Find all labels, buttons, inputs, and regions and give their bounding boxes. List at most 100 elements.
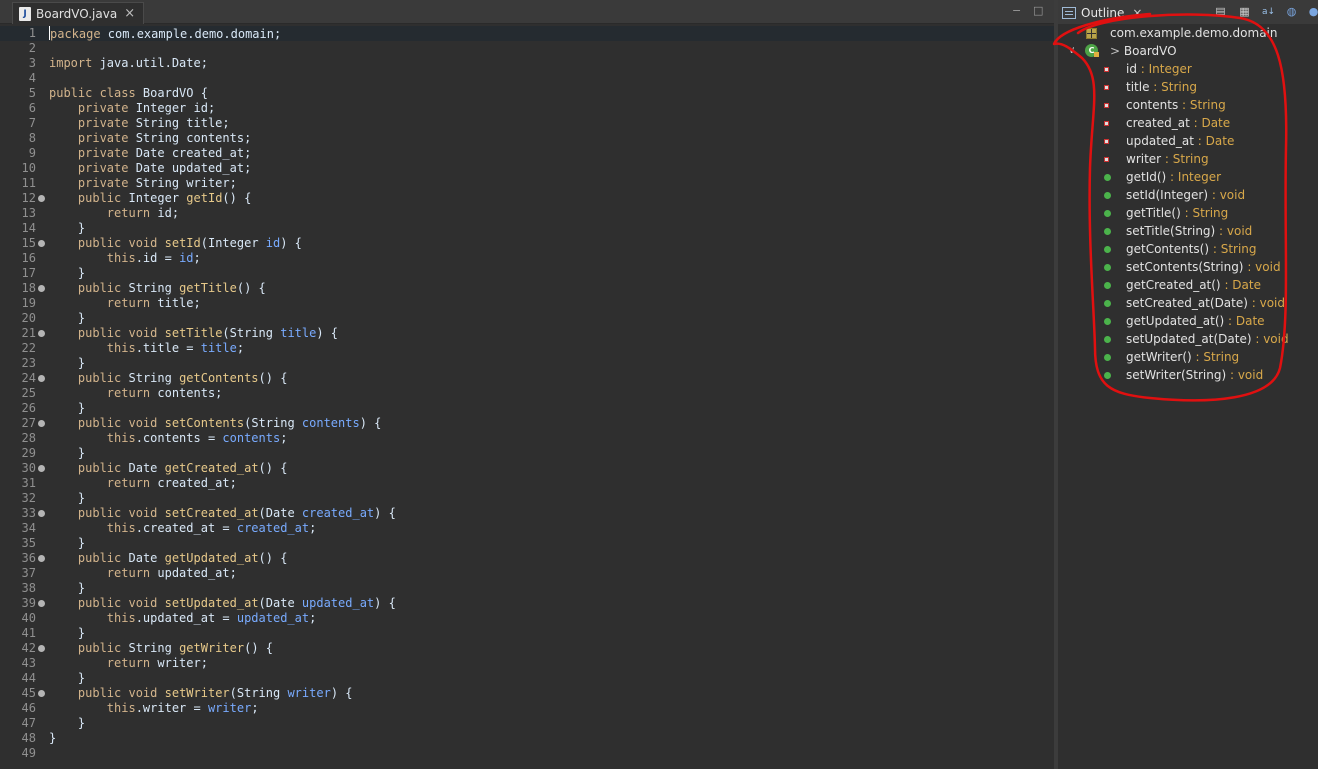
code-line[interactable]: 31 return created_at; — [0, 476, 1054, 491]
fold-marker-icon[interactable] — [38, 195, 45, 202]
code-line[interactable]: 35 } — [0, 536, 1054, 551]
code-line[interactable]: 16 this.id = id; — [0, 251, 1054, 266]
fold-marker-icon[interactable] — [38, 375, 45, 382]
fold-marker-icon[interactable] — [38, 285, 45, 292]
outline-method-row[interactable]: getWriter() : String — [1058, 348, 1318, 366]
fold-marker-icon[interactable] — [38, 330, 45, 337]
member-type: : void — [1226, 368, 1264, 382]
code-line[interactable]: 11 private String writer; — [0, 176, 1054, 191]
outline-method-row[interactable]: setWriter(String) : void — [1058, 366, 1318, 384]
code-line[interactable]: 41 } — [0, 626, 1054, 641]
code-line[interactable]: 33 public void setCreated_at(Date create… — [0, 506, 1054, 521]
editor-tab-boardvo[interactable]: J BoardVO.java × — [12, 2, 145, 24]
fold-marker-icon[interactable] — [38, 420, 45, 427]
outline-method-row[interactable]: getTitle() : String — [1058, 204, 1318, 222]
code-line[interactable]: 24 public String getContents() { — [0, 371, 1054, 386]
outline-method-row[interactable]: getUpdated_at() : Date — [1058, 312, 1318, 330]
fold-marker-icon[interactable] — [38, 465, 45, 472]
sort-az-icon[interactable]: a↓ — [1262, 6, 1275, 18]
code-line[interactable]: 15 public void setId(Integer id) { — [0, 236, 1054, 251]
outline-field-row[interactable]: contents : String — [1058, 96, 1318, 114]
code-line[interactable]: 1 package com.example.demo.domain; — [0, 26, 1054, 41]
code-line[interactable]: 25 return contents; — [0, 386, 1054, 401]
outline-tab[interactable]: Outline × — [1062, 3, 1142, 23]
hide-fields-icon[interactable]: ▦ — [1238, 6, 1251, 18]
outline-package-row[interactable]: com.example.demo.domain — [1058, 24, 1318, 42]
collapse-all-icon[interactable]: ▤ — [1214, 6, 1227, 18]
code-token: .contents = — [135, 431, 223, 445]
fold-marker-icon[interactable] — [38, 510, 45, 517]
code-line[interactable]: 26 } — [0, 401, 1054, 416]
code-line[interactable]: 7 private String title; — [0, 116, 1054, 131]
code-line[interactable]: 23 } — [0, 356, 1054, 371]
code-line[interactable]: 10 private Date updated_at; — [0, 161, 1054, 176]
code-line[interactable]: 29 } — [0, 446, 1054, 461]
code-line[interactable]: 12 public Integer getId() { — [0, 191, 1054, 206]
code-line[interactable]: 47 } — [0, 716, 1054, 731]
close-icon[interactable]: × — [124, 7, 135, 20]
code-line[interactable]: 40 this.updated_at = updated_at; — [0, 611, 1054, 626]
code-line[interactable]: 2 — [0, 41, 1054, 56]
code-line[interactable]: 48} — [0, 731, 1054, 746]
outline-method-row[interactable]: setTitle(String) : void — [1058, 222, 1318, 240]
code-line[interactable]: 30 public Date getCreated_at() { — [0, 461, 1054, 476]
fold-marker-icon[interactable] — [38, 240, 45, 247]
code-line[interactable]: 13 return id; — [0, 206, 1054, 221]
code-line[interactable]: 43 return writer; — [0, 656, 1054, 671]
outline-method-row[interactable]: setCreated_at(Date) : void — [1058, 294, 1318, 312]
chevron-down-icon[interactable]: ∨ — [1068, 42, 1075, 60]
fold-marker-icon[interactable] — [38, 690, 45, 697]
outline-method-row[interactable]: setUpdated_at(Date) : void — [1058, 330, 1318, 348]
code-line[interactable]: 42 public String getWriter() { — [0, 641, 1054, 656]
code-line[interactable]: 49 — [0, 746, 1054, 761]
code-line[interactable]: 6 private Integer id; — [0, 101, 1054, 116]
code-line[interactable]: 44 } — [0, 671, 1054, 686]
code-line[interactable]: 17 } — [0, 266, 1054, 281]
outline-method-row[interactable]: setId(Integer) : void — [1058, 186, 1318, 204]
code-area[interactable]: 1 package com.example.demo.domain; 2 3 impor… — [0, 26, 1054, 769]
outline-method-row[interactable]: getId() : Integer — [1058, 168, 1318, 186]
code-line[interactable]: 45 public void setWriter(String writer) … — [0, 686, 1054, 701]
code-line[interactable]: 22 this.title = title; — [0, 341, 1054, 356]
code-line[interactable]: 27 public void setContents(String conten… — [0, 416, 1054, 431]
hide-nonpublic-icon[interactable]: ● — [1307, 6, 1318, 18]
code-line[interactable]: 36 public Date getUpdated_at() { — [0, 551, 1054, 566]
code-line[interactable]: 28 this.contents = contents; — [0, 431, 1054, 446]
code-line[interactable]: 32 } — [0, 491, 1054, 506]
code-line[interactable]: 20 } — [0, 311, 1054, 326]
code-line[interactable]: 5 public class BoardVO { — [0, 86, 1054, 101]
code-line[interactable]: 9 private Date created_at; — [0, 146, 1054, 161]
code-line[interactable]: 37 return updated_at; — [0, 566, 1054, 581]
code-line[interactable]: 38 } — [0, 581, 1054, 596]
code-token: ; — [309, 611, 317, 625]
fold-marker-icon[interactable] — [38, 645, 45, 652]
outline-field-row[interactable]: writer : String — [1058, 150, 1318, 168]
code-line[interactable]: 8 private String contents; — [0, 131, 1054, 146]
maximize-icon[interactable]: □ — [1033, 5, 1044, 16]
outline-method-row[interactable]: getContents() : String — [1058, 240, 1318, 258]
code-line[interactable]: 34 this.created_at = created_at; — [0, 521, 1054, 536]
code-line[interactable]: 18 public String getTitle() { — [0, 281, 1054, 296]
code-line[interactable]: 39 public void setUpdated_at(Date update… — [0, 596, 1054, 611]
code-line[interactable]: 19 return title; — [0, 296, 1054, 311]
code-line[interactable]: 14 } — [0, 221, 1054, 236]
outline-method-row[interactable]: setContents(String) : void — [1058, 258, 1318, 276]
hide-static-icon[interactable]: ◍ — [1285, 6, 1298, 18]
outline-class-row[interactable]: ∨ C > BoardVO — [1058, 42, 1318, 60]
outline-field-row[interactable]: updated_at : Date — [1058, 132, 1318, 150]
code-line[interactable]: 21 public void setTitle(String title) { — [0, 326, 1054, 341]
code-line[interactable]: 4 — [0, 71, 1054, 86]
outline-field-row[interactable]: created_at : Date — [1058, 114, 1318, 132]
close-icon[interactable]: × — [1132, 6, 1142, 20]
outline-field-row[interactable]: id : Integer — [1058, 60, 1318, 78]
line-number: 42 — [21, 641, 36, 655]
fold-marker-icon[interactable] — [38, 600, 45, 607]
fold-marker-icon[interactable] — [38, 555, 45, 562]
code-line[interactable]: 3 import java.util.Date; — [0, 56, 1054, 71]
minimize-icon[interactable]: − — [1012, 5, 1023, 16]
code-line[interactable]: 46 this.writer = writer; — [0, 701, 1054, 716]
outline-field-row[interactable]: title : String — [1058, 78, 1318, 96]
line-number: 40 — [21, 611, 36, 625]
outline-method-row[interactable]: getCreated_at() : Date — [1058, 276, 1318, 294]
